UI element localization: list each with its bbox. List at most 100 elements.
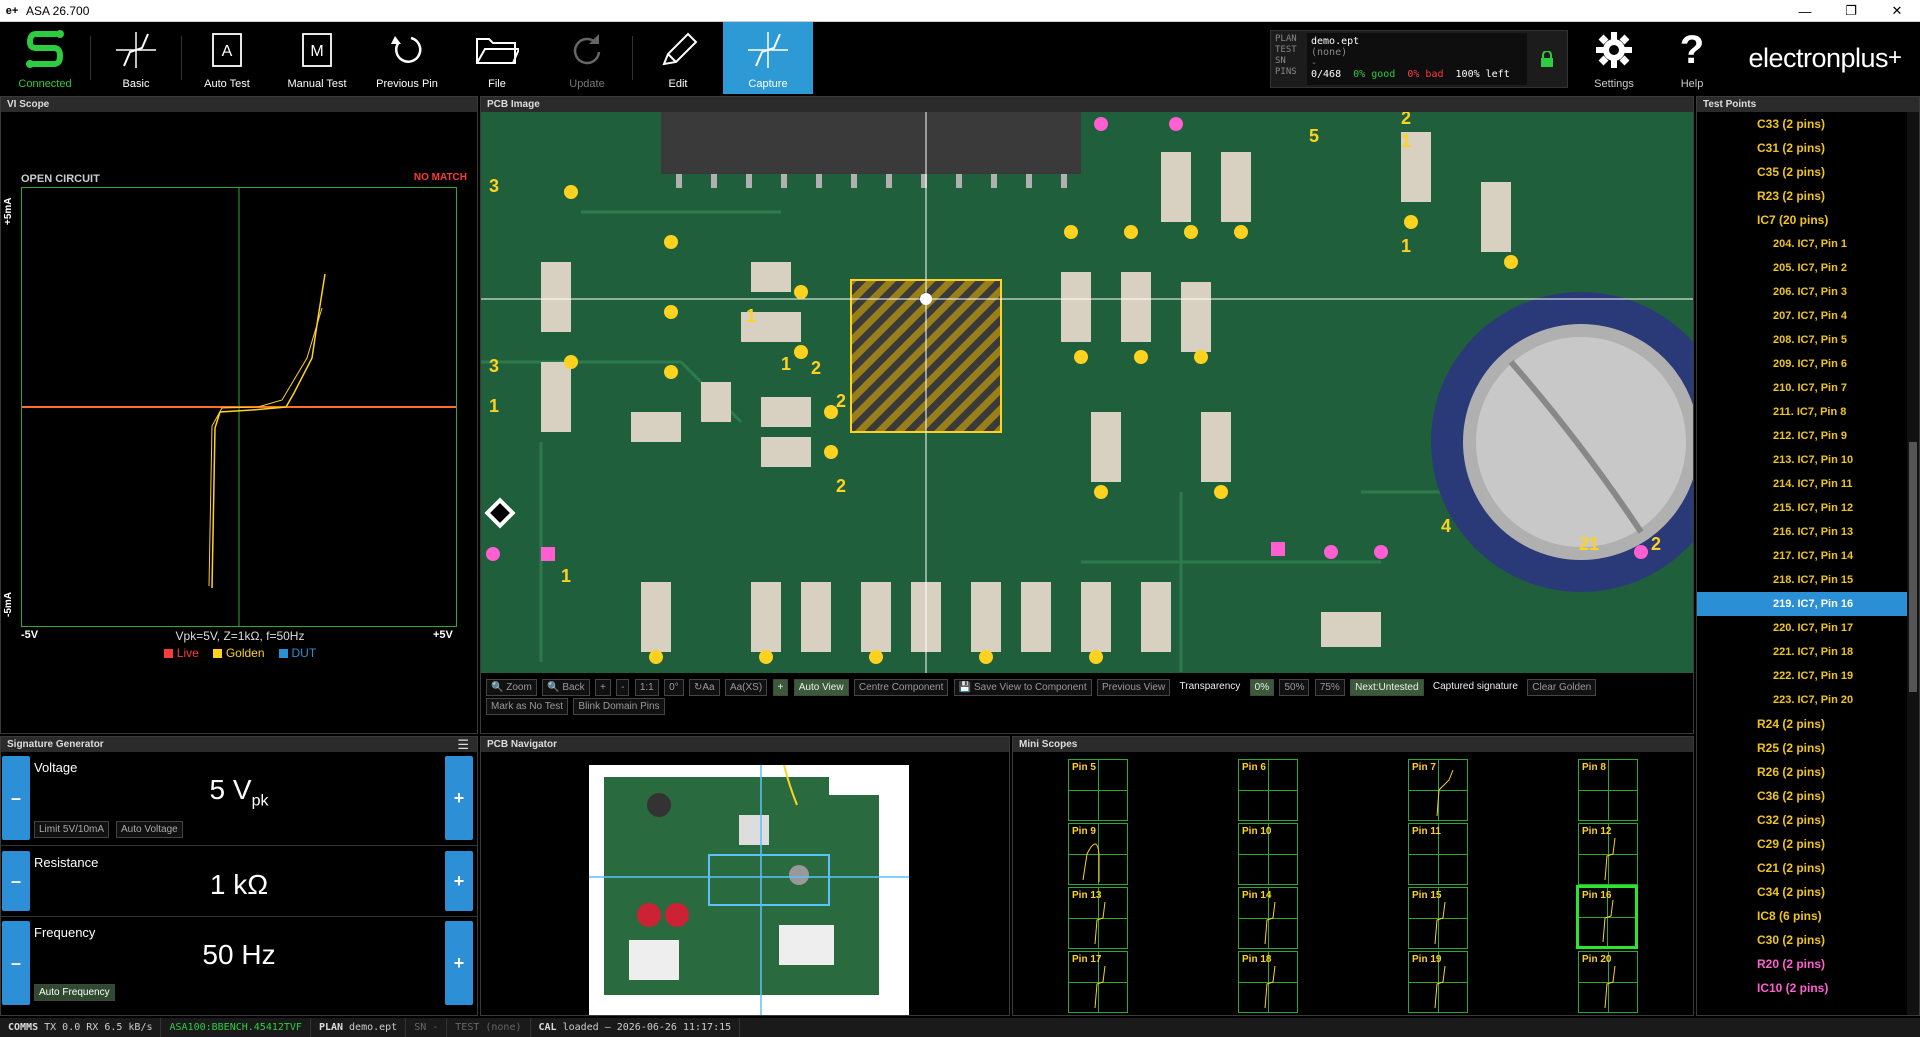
- test-point-component-item[interactable]: IC8 (6 pins): [1697, 904, 1907, 928]
- test-point-pin-item[interactable]: 211. IC7, Pin 8: [1697, 400, 1907, 424]
- test-point-pin-item[interactable]: 214. IC7, Pin 11: [1697, 472, 1907, 496]
- test-point-component-item[interactable]: C31 (2 pins): [1697, 136, 1907, 160]
- edit-button[interactable]: Edit: [633, 22, 723, 94]
- test-point-component-item[interactable]: C34 (2 pins): [1697, 880, 1907, 904]
- test-point-component-item[interactable]: R20 (2 pins): [1697, 952, 1907, 976]
- resistance-plus-button[interactable]: +: [445, 851, 473, 911]
- maximize-button[interactable]: ❐: [1828, 0, 1874, 22]
- pcb-thumbnail[interactable]: [589, 764, 909, 1015]
- auto-test-button[interactable]: A Auto Test: [182, 22, 272, 94]
- rotate-button[interactable]: 0°: [664, 679, 684, 696]
- settings-button[interactable]: Settings: [1574, 22, 1654, 94]
- test-point-component-item[interactable]: C33 (2 pins): [1697, 112, 1907, 136]
- scrollbar-thumb[interactable]: [1909, 442, 1917, 692]
- test-point-component-item[interactable]: R25 (2 pins): [1697, 736, 1907, 760]
- test-point-pin-item[interactable]: 217. IC7, Pin 14: [1697, 544, 1907, 568]
- mini-scope-pin-5[interactable]: Pin 5: [1068, 759, 1128, 821]
- test-point-pin-item[interactable]: 206. IC7, Pin 3: [1697, 280, 1907, 304]
- test-point-pin-item[interactable]: 212. IC7, Pin 9: [1697, 424, 1907, 448]
- mini-scope-pin-10[interactable]: Pin 10: [1238, 823, 1298, 885]
- test-point-component-item[interactable]: C32 (2 pins): [1697, 808, 1907, 832]
- help-button[interactable]: ? Help: [1652, 22, 1732, 94]
- test-point-pin-item[interactable]: 220. IC7, Pin 17: [1697, 616, 1907, 640]
- test-point-component-item[interactable]: C36 (2 pins): [1697, 784, 1907, 808]
- minimize-button[interactable]: —: [1782, 0, 1828, 22]
- mini-scope-pin-20[interactable]: Pin 20: [1578, 951, 1638, 1013]
- manual-test-button[interactable]: M Manual Test: [272, 22, 362, 94]
- blink-domain-pins-button[interactable]: Blink Domain Pins: [573, 698, 665, 715]
- basic-button[interactable]: Basic: [91, 22, 181, 94]
- voltage-plus-button[interactable]: +: [445, 756, 473, 840]
- save-view-button[interactable]: 💾 Save View to Component: [953, 679, 1092, 696]
- test-point-component-item[interactable]: IC7 (20 pins): [1697, 208, 1907, 232]
- previous-pin-button[interactable]: Previous Pin: [362, 22, 452, 94]
- mini-scope-pin-11[interactable]: Pin 11: [1408, 823, 1468, 885]
- zoom-out-button[interactable]: -: [616, 679, 630, 696]
- test-point-pin-item[interactable]: 213. IC7, Pin 10: [1697, 448, 1907, 472]
- test-point-pin-item[interactable]: 221. IC7, Pin 18: [1697, 640, 1907, 664]
- test-point-pin-item[interactable]: 210. IC7, Pin 7: [1697, 376, 1907, 400]
- mini-scope-pin-14[interactable]: Pin 14: [1238, 887, 1298, 949]
- close-button[interactable]: ✕: [1874, 0, 1920, 22]
- auto-view-button[interactable]: Auto View: [793, 679, 849, 696]
- pcb-image-canvas[interactable]: 3311 2122 5211 4 2 21 1: [481, 112, 1693, 673]
- limit-5v-button[interactable]: Limit 5V/10mA: [34, 821, 110, 838]
- centre-component-button[interactable]: Centre Component: [853, 679, 949, 696]
- test-point-pin-item[interactable]: 218. IC7, Pin 15: [1697, 568, 1907, 592]
- mini-scope-pin-9[interactable]: Pin 9: [1068, 823, 1128, 885]
- mini-scope-pin-19[interactable]: Pin 19: [1408, 951, 1468, 1013]
- font-size-button[interactable]: ↻Aa: [688, 679, 720, 696]
- clear-golden-button[interactable]: Clear Golden: [1527, 679, 1597, 696]
- transparency-75-button[interactable]: 75%: [1314, 679, 1345, 696]
- test-point-component-item[interactable]: R26 (2 pins): [1697, 760, 1907, 784]
- update-button[interactable]: Update: [542, 22, 632, 94]
- zoom-in-button[interactable]: +: [594, 679, 611, 696]
- test-point-pin-item[interactable]: 205. IC7, Pin 2: [1697, 256, 1907, 280]
- test-points-scrollbar[interactable]: [1907, 112, 1919, 1015]
- capture-button[interactable]: Capture: [723, 22, 813, 94]
- test-point-component-item[interactable]: R24 (2 pins): [1697, 712, 1907, 736]
- test-point-pin-item[interactable]: 209. IC7, Pin 6: [1697, 352, 1907, 376]
- vi-plot[interactable]: [21, 187, 457, 627]
- file-button[interactable]: File: [452, 22, 542, 94]
- mini-scope-pin-13[interactable]: Pin 13: [1068, 887, 1128, 949]
- test-point-component-item[interactable]: C35 (2 pins): [1697, 160, 1907, 184]
- test-point-component-item[interactable]: C21 (2 pins): [1697, 856, 1907, 880]
- test-point-pin-item[interactable]: 207. IC7, Pin 4: [1697, 304, 1907, 328]
- test-point-pin-item[interactable]: 215. IC7, Pin 12: [1697, 496, 1907, 520]
- mini-scope-pin-8[interactable]: Pin 8: [1578, 759, 1638, 821]
- previous-view-button[interactable]: Previous View: [1097, 679, 1171, 696]
- back-button[interactable]: 🔍 Back: [542, 679, 590, 696]
- mini-scope-pin-16[interactable]: Pin 16: [1576, 885, 1638, 949]
- test-point-pin-item[interactable]: 223. IC7, Pin 20: [1697, 688, 1907, 712]
- test-point-pin-item[interactable]: 208. IC7, Pin 5: [1697, 328, 1907, 352]
- mini-scope-pin-12[interactable]: Pin 12: [1578, 823, 1638, 885]
- frequency-plus-button[interactable]: +: [445, 921, 473, 1005]
- test-point-component-item[interactable]: C30 (2 pins): [1697, 928, 1907, 952]
- mini-scope-pin-18[interactable]: Pin 18: [1238, 951, 1298, 1013]
- test-point-component-item[interactable]: C29 (2 pins): [1697, 832, 1907, 856]
- transparency-50-button[interactable]: 50%: [1279, 679, 1310, 696]
- zoom-button[interactable]: 🔍 Zoom: [486, 679, 537, 696]
- auto-frequency-button[interactable]: Auto Frequency: [34, 984, 115, 1001]
- test-point-component-item[interactable]: R23 (2 pins): [1697, 184, 1907, 208]
- connected-button[interactable]: Connected: [0, 22, 90, 94]
- mini-scope-pin-17[interactable]: Pin 17: [1068, 951, 1128, 1013]
- mini-scope-pin-7[interactable]: Pin 7: [1408, 759, 1468, 821]
- next-untested-button[interactable]: Next:Untested: [1350, 679, 1424, 696]
- test-point-pin-item[interactable]: 216. IC7, Pin 13: [1697, 520, 1907, 544]
- auto-voltage-button[interactable]: Auto Voltage: [116, 821, 183, 838]
- mini-scope-pin-15[interactable]: Pin 15: [1408, 887, 1468, 949]
- lock-icon[interactable]: [1527, 31, 1567, 87]
- zoom-1to1-button[interactable]: 1:1: [634, 679, 659, 696]
- test-point-pin-item[interactable]: 219. IC7, Pin 16: [1697, 592, 1907, 616]
- mark-no-test-button[interactable]: Mark as No Test: [486, 698, 569, 715]
- test-point-pin-item[interactable]: 222. IC7, Pin 19: [1697, 664, 1907, 688]
- mini-scope-pin-6[interactable]: Pin 6: [1238, 759, 1298, 821]
- add-button[interactable]: +: [772, 679, 789, 696]
- transparency-0-button[interactable]: 0%: [1249, 679, 1275, 696]
- test-point-pin-item[interactable]: 204. IC7, Pin 1: [1697, 232, 1907, 256]
- font-xs-button[interactable]: Aa(XS): [724, 679, 768, 696]
- hamburger-menu-icon[interactable]: ☰: [457, 737, 469, 752]
- test-point-component-item[interactable]: IC10 (2 pins): [1697, 976, 1907, 1000]
